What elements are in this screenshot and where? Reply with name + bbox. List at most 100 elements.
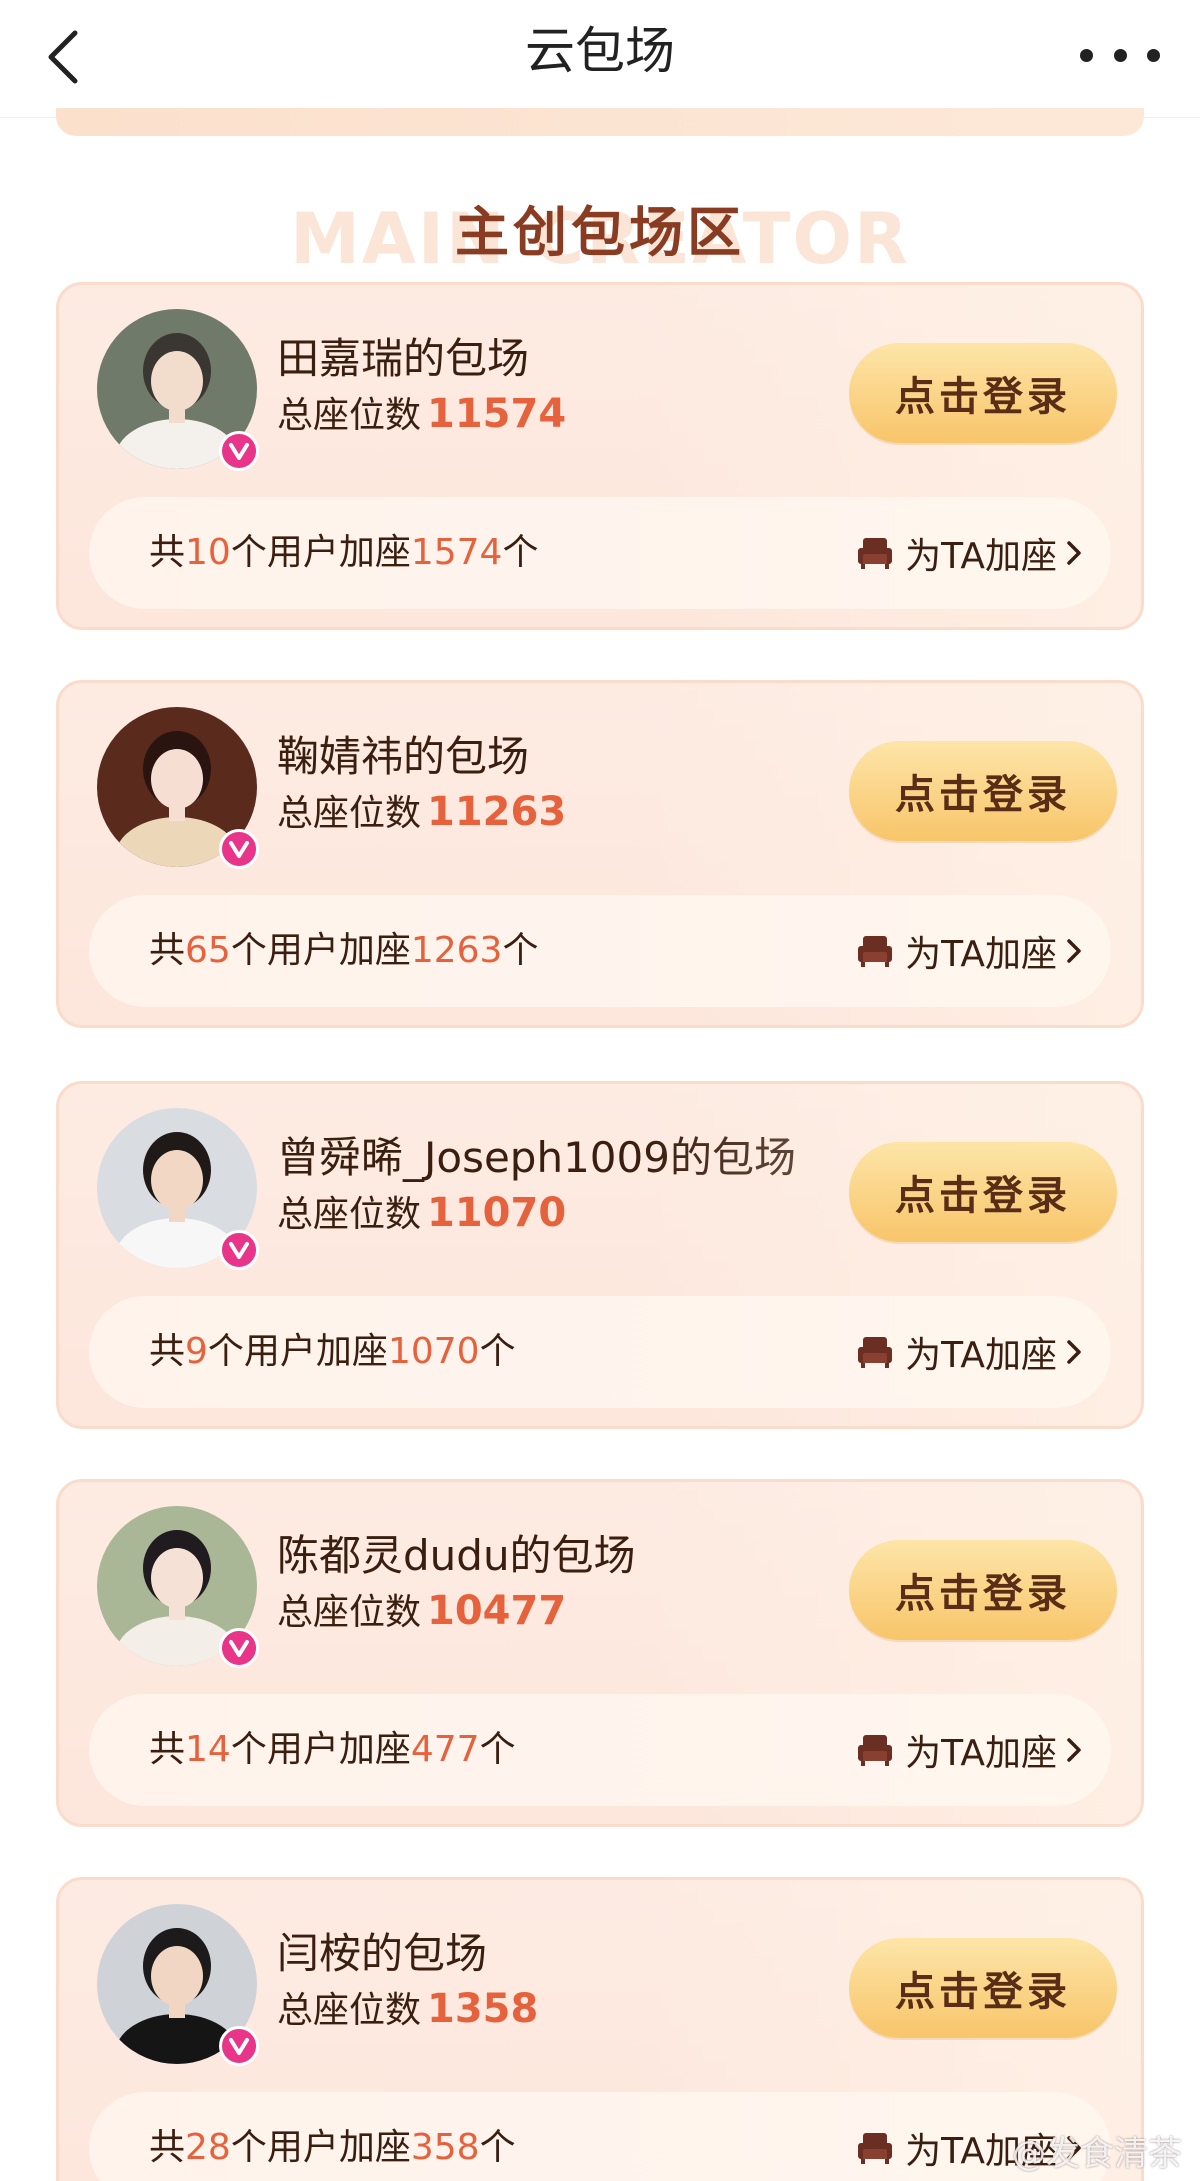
sofa-icon bbox=[858, 538, 893, 569]
summary-mid: 个用户加座 bbox=[230, 930, 411, 971]
seat-summary-bar: 共14个用户加座477个 为TA加座 bbox=[89, 1694, 1111, 1806]
seat-summary-bar: 共9个用户加座1070个 为TA加座 bbox=[89, 1296, 1111, 1408]
added-seat-count: 1070 bbox=[387, 1331, 480, 1372]
user-count: 14 bbox=[185, 1729, 231, 1770]
user-count: 28 bbox=[185, 2127, 231, 2168]
section-heading: MAIN CREATOR 主创包场区 bbox=[0, 180, 1200, 280]
added-seat-count: 358 bbox=[410, 2127, 480, 2168]
sofa-icon bbox=[858, 1337, 893, 1368]
total-seats-label: 总座位数 bbox=[277, 793, 422, 834]
chevron-right-icon bbox=[1067, 541, 1081, 565]
add-seat-label: 为TA加座 bbox=[905, 1733, 1057, 1774]
creator-avatar[interactable] bbox=[97, 1506, 259, 1668]
total-seats-label: 总座位数 bbox=[277, 395, 422, 436]
creator-avatar[interactable] bbox=[97, 1108, 259, 1270]
added-seat-count: 1263 bbox=[410, 930, 503, 971]
sofa-icon bbox=[858, 1735, 893, 1766]
login-button[interactable]: 点击登录 bbox=[849, 1142, 1117, 1242]
seat-summary-bar: 共65个用户加座1263个 为TA加座 bbox=[89, 895, 1111, 1007]
summary-suffix: 个 bbox=[502, 930, 539, 971]
creator-card: 陈都灵dudu的包场 总座位数 10477 点击登录 共14个用户加座477个 为… bbox=[56, 1479, 1144, 1827]
total-seats: 总座位数 11070 bbox=[277, 1190, 566, 1238]
summary-suffix: 个 bbox=[479, 1331, 516, 1372]
total-seats-value: 11263 bbox=[427, 789, 567, 835]
total-seats: 总座位数 1358 bbox=[277, 1986, 538, 2034]
summary-mid: 个用户加座 bbox=[207, 1331, 388, 1372]
total-seats-value: 11070 bbox=[427, 1190, 567, 1236]
previous-card-edge bbox=[56, 108, 1144, 136]
seat-summary-text: 共9个用户加座1070个 bbox=[149, 1328, 516, 1376]
summary-mid: 个用户加座 bbox=[230, 1729, 411, 1770]
creator-name: 闫桉的包场 bbox=[277, 1929, 488, 1978]
section-title: 主创包场区 bbox=[455, 201, 745, 264]
chevron-right-icon bbox=[1067, 939, 1081, 963]
seat-summary-bar: 共28个用户加座358个 为TA加座 bbox=[89, 2092, 1111, 2181]
sofa-icon bbox=[858, 936, 893, 967]
more-options-button[interactable] bbox=[1080, 30, 1160, 80]
add-seat-label: 为TA加座 bbox=[905, 1335, 1057, 1376]
added-seat-count: 477 bbox=[410, 1729, 480, 1770]
total-seats: 总座位数 11574 bbox=[277, 391, 566, 439]
total-seats-value: 10477 bbox=[427, 1588, 567, 1634]
creator-name: 陈都灵dudu的包场 bbox=[277, 1531, 636, 1580]
verified-badge-icon bbox=[219, 431, 259, 471]
creator-card: 鞠婧祎的包场 总座位数 11263 点击登录 共65个用户加座1263个 为TA加… bbox=[56, 680, 1144, 1028]
more-dot-icon bbox=[1113, 48, 1127, 62]
add-seat-button[interactable]: 为TA加座 bbox=[857, 527, 1085, 579]
creator-name: 鞠婧祎的包场 bbox=[277, 732, 530, 781]
creator-avatar[interactable] bbox=[97, 1904, 259, 2066]
add-seat-button[interactable]: 为TA加座 bbox=[857, 1724, 1085, 1776]
summary-suffix: 个 bbox=[479, 1729, 516, 1770]
summary-prefix: 共 bbox=[149, 1331, 186, 1372]
add-seat-button[interactable]: 为TA加座 bbox=[857, 1326, 1085, 1378]
total-seats-label: 总座位数 bbox=[277, 1990, 422, 2031]
verified-badge-icon bbox=[219, 829, 259, 869]
user-count: 9 bbox=[185, 1331, 208, 1372]
add-seat-label: 为TA加座 bbox=[905, 934, 1057, 975]
sofa-icon bbox=[858, 2133, 893, 2164]
more-dot-icon bbox=[1080, 48, 1093, 62]
login-button[interactable]: 点击登录 bbox=[849, 741, 1117, 841]
total-seats: 总座位数 11263 bbox=[277, 789, 566, 837]
page-title: 云包场 bbox=[525, 22, 675, 80]
login-button[interactable]: 点击登录 bbox=[849, 1540, 1117, 1640]
user-count: 10 bbox=[185, 532, 231, 573]
chevron-right-icon bbox=[1067, 1340, 1081, 1364]
add-seat-label: 为TA加座 bbox=[905, 536, 1057, 577]
seat-summary-text: 共28个用户加座358个 bbox=[149, 2124, 516, 2172]
chevron-right-icon bbox=[1067, 1738, 1081, 1762]
verified-badge-icon bbox=[219, 1628, 259, 1668]
top-nav-bar: 云包场 bbox=[0, 0, 1200, 118]
summary-prefix: 共 bbox=[149, 1729, 186, 1770]
more-dot-icon bbox=[1147, 48, 1160, 62]
creator-card: 闫桉的包场 总座位数 1358 点击登录 共28个用户加座358个 为TA加座 bbox=[56, 1877, 1144, 2181]
creator-avatar[interactable] bbox=[97, 309, 259, 471]
summary-prefix: 共 bbox=[149, 2127, 186, 2168]
total-seats-label: 总座位数 bbox=[277, 1194, 422, 1235]
watermark: @发食清茶 bbox=[1012, 2134, 1182, 2174]
creator-card: 田嘉瑞的包场 总座位数 11574 点击登录 共10个用户加座1574个 为TA加… bbox=[56, 282, 1144, 630]
seat-summary-bar: 共10个用户加座1574个 为TA加座 bbox=[89, 497, 1111, 609]
total-seats: 总座位数 10477 bbox=[277, 1588, 566, 1636]
creator-name: 曾舜晞_Joseph1009的包场 bbox=[277, 1133, 796, 1182]
total-seats-value: 11574 bbox=[427, 391, 567, 437]
creator-avatar[interactable] bbox=[97, 707, 259, 869]
verified-badge-icon bbox=[219, 1230, 259, 1270]
summary-prefix: 共 bbox=[149, 930, 186, 971]
summary-mid: 个用户加座 bbox=[230, 532, 411, 573]
summary-prefix: 共 bbox=[149, 532, 186, 573]
login-button[interactable]: 点击登录 bbox=[849, 343, 1117, 443]
seat-summary-text: 共14个用户加座477个 bbox=[149, 1726, 516, 1774]
total-seats-label: 总座位数 bbox=[277, 1592, 422, 1633]
user-count: 65 bbox=[185, 930, 231, 971]
seat-summary-text: 共10个用户加座1574个 bbox=[149, 529, 538, 577]
login-button[interactable]: 点击登录 bbox=[849, 1938, 1117, 2038]
summary-mid: 个用户加座 bbox=[230, 2127, 411, 2168]
creator-card: 曾舜晞_Joseph1009的包场 总座位数 11070 点击登录 共9个用户加座… bbox=[56, 1081, 1144, 1429]
summary-suffix: 个 bbox=[479, 2127, 516, 2168]
total-seats-value: 1358 bbox=[427, 1986, 539, 2032]
add-seat-button[interactable]: 为TA加座 bbox=[857, 925, 1085, 977]
verified-badge-icon bbox=[219, 2026, 259, 2066]
seat-summary-text: 共65个用户加座1263个 bbox=[149, 927, 538, 975]
added-seat-count: 1574 bbox=[410, 532, 503, 573]
